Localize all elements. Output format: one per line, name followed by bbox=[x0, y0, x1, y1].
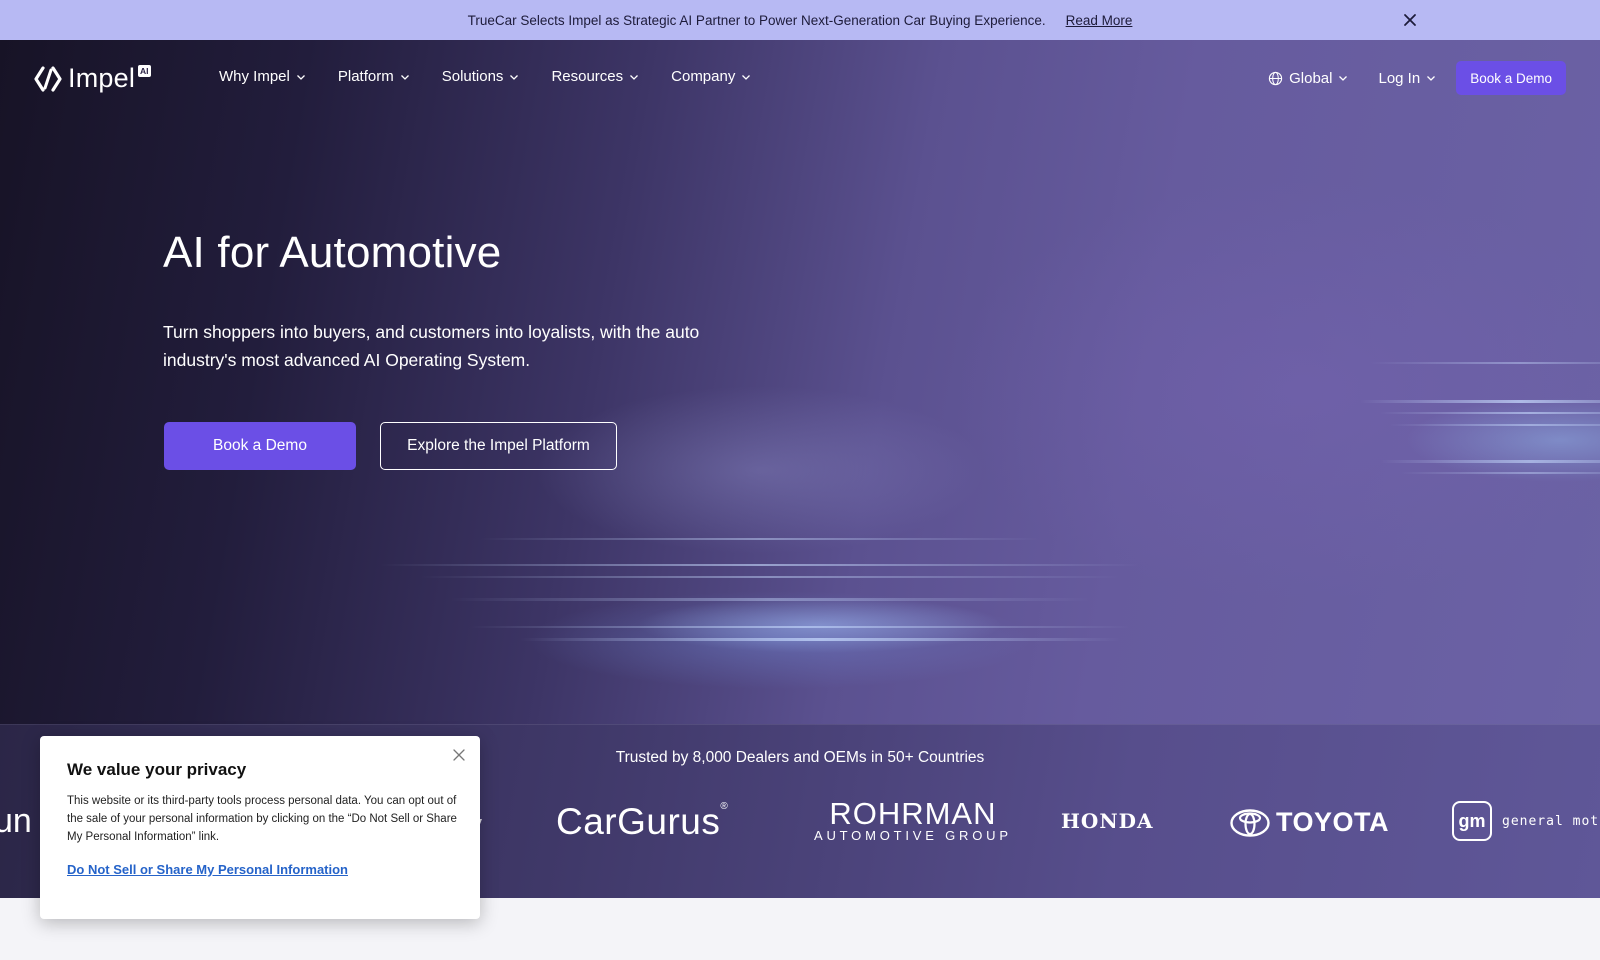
chevron-down-icon bbox=[1339, 76, 1348, 81]
light-streak bbox=[1400, 472, 1600, 474]
light-streak bbox=[420, 576, 1120, 578]
hero-section bbox=[0, 40, 1600, 724]
announcement-bar: TrueCar Selects Impel as Strategic AI Pa… bbox=[0, 0, 1600, 40]
light-streak bbox=[480, 538, 1040, 540]
nav-item-platform[interactable]: Platform bbox=[338, 68, 410, 85]
login-menu[interactable]: Log In bbox=[1378, 70, 1436, 87]
nav-item-resources[interactable]: Resources bbox=[551, 68, 639, 85]
nav-menu: Why Impel Platform Solutions Resources C… bbox=[219, 68, 783, 85]
announcement-message: TrueCar Selects Impel as Strategic AI Pa… bbox=[467, 12, 1046, 28]
light-streak bbox=[1360, 400, 1600, 403]
chevron-down-icon bbox=[400, 74, 409, 80]
impel-logo-icon bbox=[34, 65, 62, 92]
light-streak bbox=[450, 598, 1090, 601]
main-nav: Impel AI Why Impel Platform Solutions Re… bbox=[0, 40, 1600, 118]
partial-brand-logo: un bbox=[0, 802, 32, 840]
nav-utilities: Global Log In Book a Demo bbox=[1268, 61, 1566, 95]
hero-title: AI for Automotive bbox=[163, 228, 502, 277]
cargurus-wordmark: CarGurus bbox=[556, 801, 721, 842]
toyota-wordmark: TOYOTA bbox=[1276, 807, 1390, 837]
chevron-down-icon bbox=[742, 74, 751, 80]
privacy-title: We value your privacy bbox=[67, 760, 247, 779]
privacy-popup: We value your privacy This website or it… bbox=[40, 736, 480, 919]
nav-item-label: Resources bbox=[551, 68, 624, 85]
toyota-logo: TOYOTA bbox=[1230, 807, 1389, 838]
close-icon[interactable] bbox=[1400, 10, 1420, 30]
nav-book-demo-button[interactable]: Book a Demo bbox=[1456, 61, 1566, 95]
general-motors-logo: gm general motors bbox=[1452, 801, 1600, 841]
honda-logo: HONDA bbox=[1061, 809, 1154, 833]
nav-item-label: Company bbox=[671, 68, 736, 85]
chevron-down-icon bbox=[510, 74, 519, 80]
explore-platform-button[interactable]: Explore the Impel Platform bbox=[380, 422, 617, 470]
nav-item-why-impel[interactable]: Why Impel bbox=[219, 68, 306, 85]
gm-wordmark: general motors bbox=[1502, 813, 1600, 829]
globe-icon bbox=[1268, 71, 1283, 85]
read-more-link[interactable]: Read More bbox=[1066, 13, 1133, 28]
nav-item-label: Why Impel bbox=[219, 68, 290, 85]
chevron-down-icon bbox=[1427, 76, 1436, 81]
hero-subtitle: Turn shoppers into buyers, and customers… bbox=[163, 322, 700, 370]
light-streak bbox=[380, 564, 1140, 566]
logo-ai-badge: AI bbox=[138, 65, 151, 77]
light-streak bbox=[1380, 460, 1600, 463]
gm-mark: gm bbox=[1452, 801, 1492, 841]
hero-book-demo-button[interactable]: Book a Demo bbox=[164, 422, 356, 470]
nav-item-solutions[interactable]: Solutions bbox=[442, 68, 520, 85]
chevron-down-icon bbox=[630, 74, 639, 80]
nav-item-label: Platform bbox=[337, 68, 394, 85]
light-streak bbox=[470, 626, 1130, 628]
light-streak bbox=[1370, 362, 1600, 364]
rohrman-logo: ROHRMAN AUTOMOTIVE GROUP bbox=[814, 796, 1012, 843]
chevron-down-icon bbox=[296, 74, 305, 80]
region-selector[interactable]: Global bbox=[1268, 70, 1348, 87]
region-label: Global bbox=[1289, 69, 1333, 87]
rohrman-wordmark: ROHRMAN bbox=[829, 796, 997, 831]
logo-wordmark: Impel bbox=[68, 63, 136, 93]
do-not-sell-link[interactable]: Do Not Sell or Share My Personal Informa… bbox=[67, 862, 348, 877]
nav-item-label: Solutions bbox=[441, 68, 504, 85]
privacy-body: This website or its third-party tools pr… bbox=[67, 795, 457, 843]
login-label: Log In bbox=[1378, 69, 1421, 87]
cargurus-logo: CarGurus® bbox=[556, 801, 728, 843]
light-streak bbox=[520, 638, 1120, 641]
nav-item-company[interactable]: Company bbox=[671, 68, 751, 85]
light-streak bbox=[1380, 412, 1600, 414]
close-icon[interactable] bbox=[452, 748, 466, 762]
light-streak bbox=[1390, 424, 1600, 426]
rohrman-tagline: AUTOMOTIVE GROUP bbox=[814, 828, 1012, 843]
toyota-emblem-icon bbox=[1230, 808, 1270, 837]
impel-logo[interactable]: Impel AI bbox=[34, 63, 151, 94]
registered-mark: ® bbox=[720, 801, 729, 812]
